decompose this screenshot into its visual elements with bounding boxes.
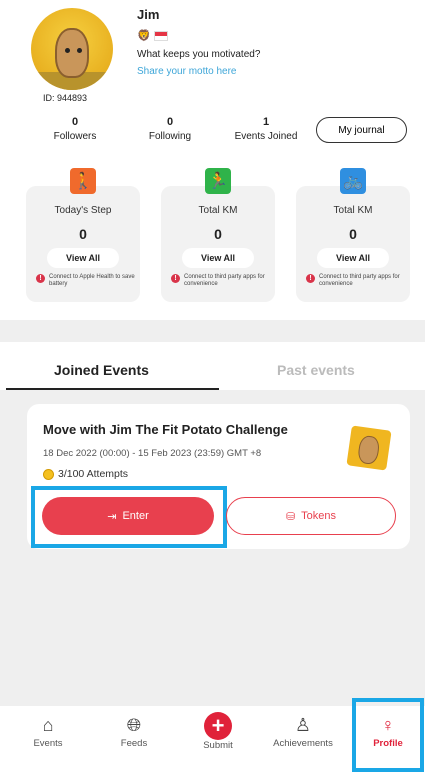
active-tab-indicator <box>6 388 219 390</box>
event-dates: 18 Dec 2022 (00:00) - 15 Feb 2023 (23:59… <box>43 448 262 459</box>
nav-profile[interactable]: ♀ Profile <box>348 712 425 749</box>
nav-label: Feeds <box>120 738 148 749</box>
tab-joined-events[interactable]: Joined Events <box>54 362 149 378</box>
total-km-card-cycle: 🚲 Total KM 0 View All ! Connect to third … <box>296 168 410 302</box>
medal-icon: ♙ <box>294 715 312 735</box>
plus-icon: + <box>204 712 232 740</box>
share-motto-link[interactable]: Share your motto here <box>137 66 237 77</box>
card-value: 0 <box>214 226 222 242</box>
followers-stat[interactable]: 0 Followers <box>50 116 100 142</box>
house-icon: ⌂ <box>42 715 54 735</box>
my-journal-button[interactable]: My journal <box>316 117 407 143</box>
enter-door-icon: ⇥ <box>107 510 117 523</box>
warning-icon: ! <box>36 274 45 283</box>
tab-past-events[interactable]: Past events <box>277 362 355 378</box>
nav-label: Profile <box>373 738 403 749</box>
enter-label: Enter <box>122 510 149 522</box>
nav-feeds[interactable]: 🌐︎ Feeds <box>94 712 174 749</box>
nav-achievements[interactable]: ♙ Achievements <box>263 712 343 749</box>
tokens-label: Tokens <box>301 510 337 522</box>
nav-events[interactable]: ⌂ Events <box>8 712 88 749</box>
nav-submit[interactable]: + Submit <box>178 712 258 751</box>
total-km-card-run: 🏃 Total KM 0 View All ! Connect to third … <box>161 168 275 302</box>
tokens-button[interactable]: ⛁ Tokens <box>226 497 396 535</box>
coins-icon: ⛁ <box>285 510 296 523</box>
card-value: 0 <box>79 226 87 242</box>
nav-label: Events <box>33 738 63 749</box>
user-badges: 🦁 <box>137 29 168 42</box>
card-note[interactable]: Connect to Apple Health to save battery <box>49 274 136 288</box>
card-note[interactable]: Connect to third party apps for convenie… <box>184 274 271 288</box>
card-note[interactable]: Connect to third party apps for convenie… <box>319 274 406 288</box>
avatar[interactable] <box>31 8 113 90</box>
view-all-button[interactable]: View All <box>317 248 389 268</box>
card-title: Total KM <box>198 205 238 216</box>
enter-button[interactable]: ⇥ Enter <box>42 497 214 535</box>
nav-label: Submit <box>203 740 233 751</box>
view-all-button[interactable]: View All <box>182 248 254 268</box>
events-joined-stat[interactable]: 1 Events Joined <box>228 116 304 142</box>
following-stat[interactable]: 0 Following <box>142 116 198 142</box>
event-attempts: 3/100 Attempts <box>43 468 128 480</box>
attempts-text: 3/100 Attempts <box>58 468 129 480</box>
walking-icon: 🚶 <box>70 168 96 194</box>
motto-question: What keeps you motivated? <box>137 49 261 60</box>
person-icon: ♀ <box>381 715 395 735</box>
lion-badge-icon: 🦁 <box>137 30 151 42</box>
card-value: 0 <box>349 226 357 242</box>
card-title: Today's Step <box>54 205 112 216</box>
todays-step-card: 🚶 Today's Step 0 View All ! Connect to Ap… <box>26 168 140 302</box>
event-thumbnail <box>346 425 392 471</box>
user-name: Jim <box>137 7 160 22</box>
nav-label: Achievements <box>273 738 333 749</box>
running-icon: 🏃 <box>205 168 231 194</box>
event-title: Move with Jim The Fit Potato Challenge <box>43 422 288 437</box>
warning-icon: ! <box>306 274 315 283</box>
cycling-icon: 🚲 <box>340 168 366 194</box>
view-all-button[interactable]: View All <box>47 248 119 268</box>
profile-header: ID: 944893 Jim 🦁 What keeps you motivate… <box>0 0 425 320</box>
user-id: ID: 944893 <box>43 93 88 103</box>
flag-icon <box>153 31 168 42</box>
card-title: Total KM <box>333 205 373 216</box>
warning-icon: ! <box>171 274 180 283</box>
globe-icon: 🌐︎ <box>126 715 142 735</box>
coin-icon <box>43 468 54 480</box>
